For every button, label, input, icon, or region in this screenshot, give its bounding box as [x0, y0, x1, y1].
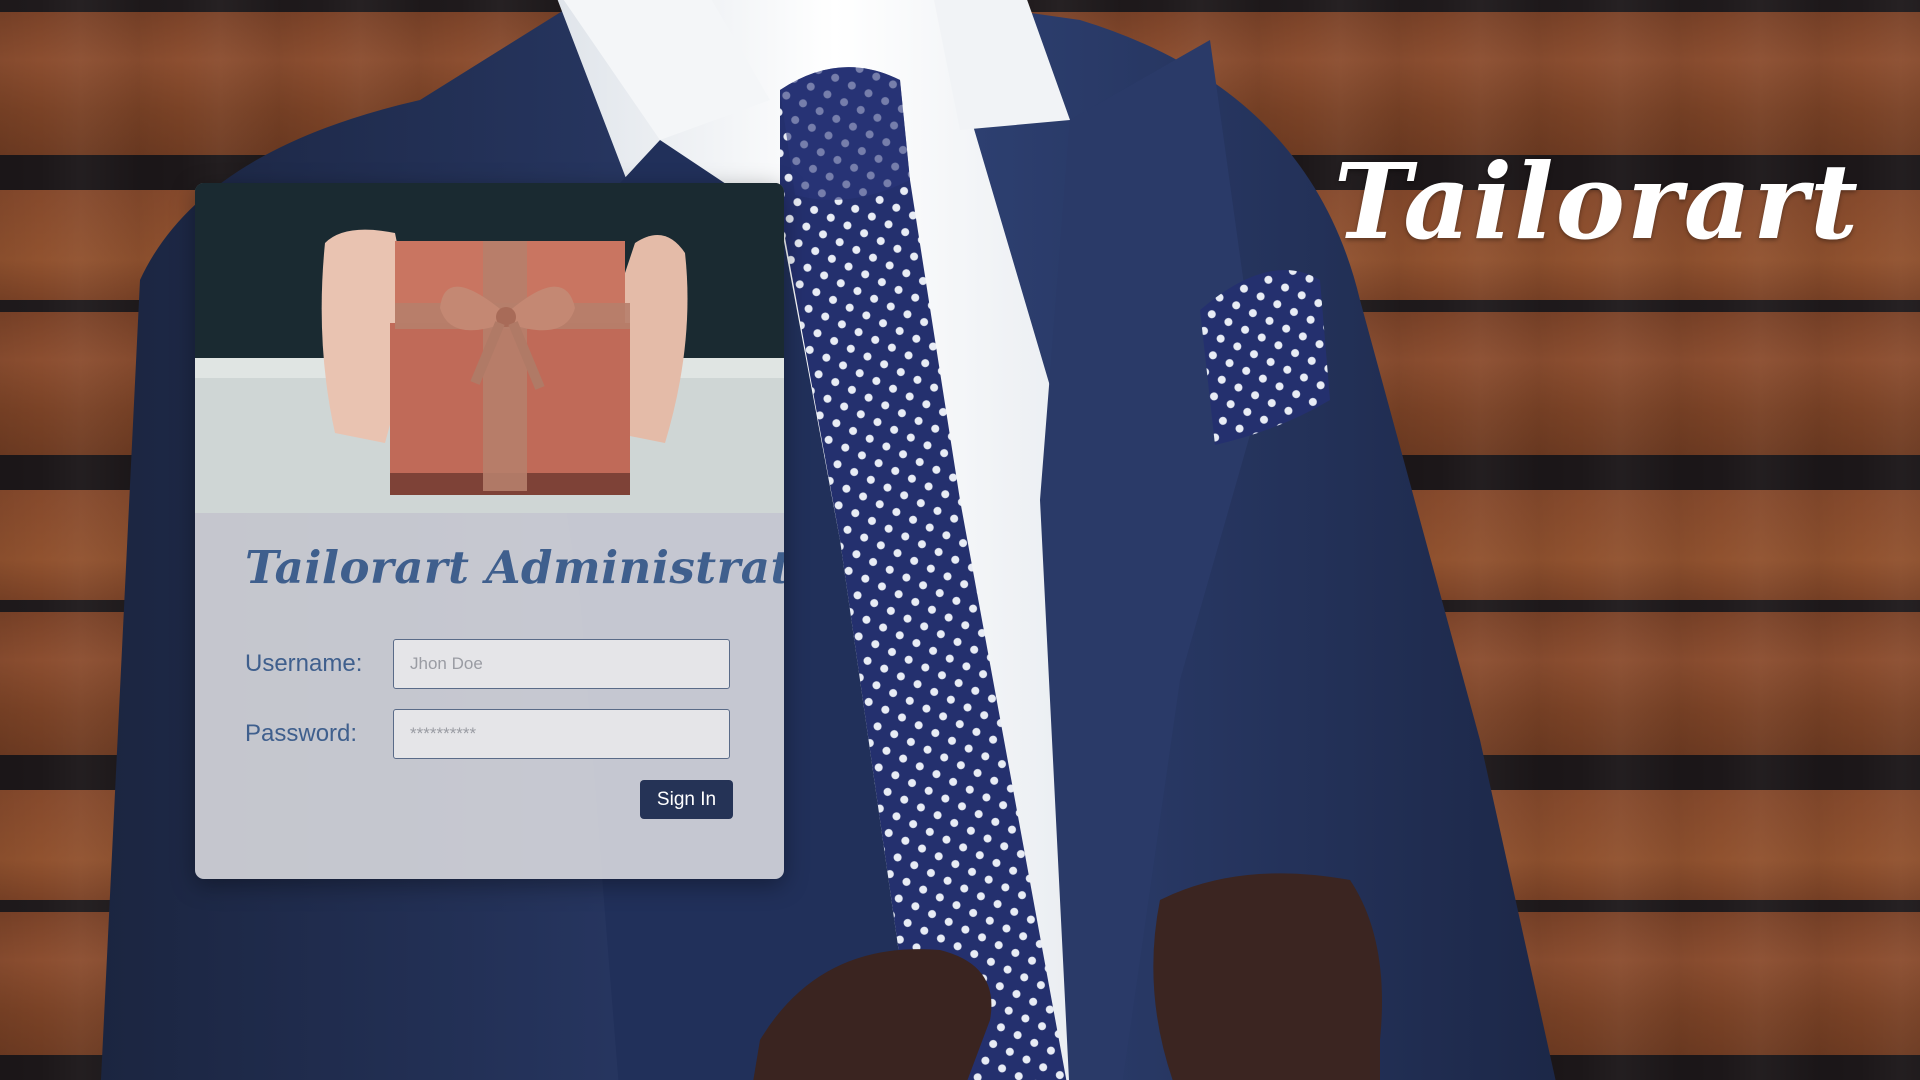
gift-box-image [195, 183, 784, 513]
username-row: Username: [245, 639, 734, 689]
login-card: Tailorart Administrator Username: Passwo… [195, 183, 784, 879]
sign-in-button[interactable]: Sign In [640, 780, 733, 819]
password-label: Password: [245, 720, 358, 747]
password-input[interactable] [393, 709, 730, 759]
username-label: Username: [245, 650, 363, 677]
username-input[interactable] [393, 639, 730, 689]
brand-logo-text: Tailorart [1333, 140, 1860, 263]
login-page: Tailorart Tailorart Administra Username:… [0, 0, 1920, 1080]
login-title: Tailorart Administrator [245, 541, 784, 594]
login-form: Tailorart Administrator [195, 541, 784, 594]
password-row: Password: [245, 709, 734, 759]
